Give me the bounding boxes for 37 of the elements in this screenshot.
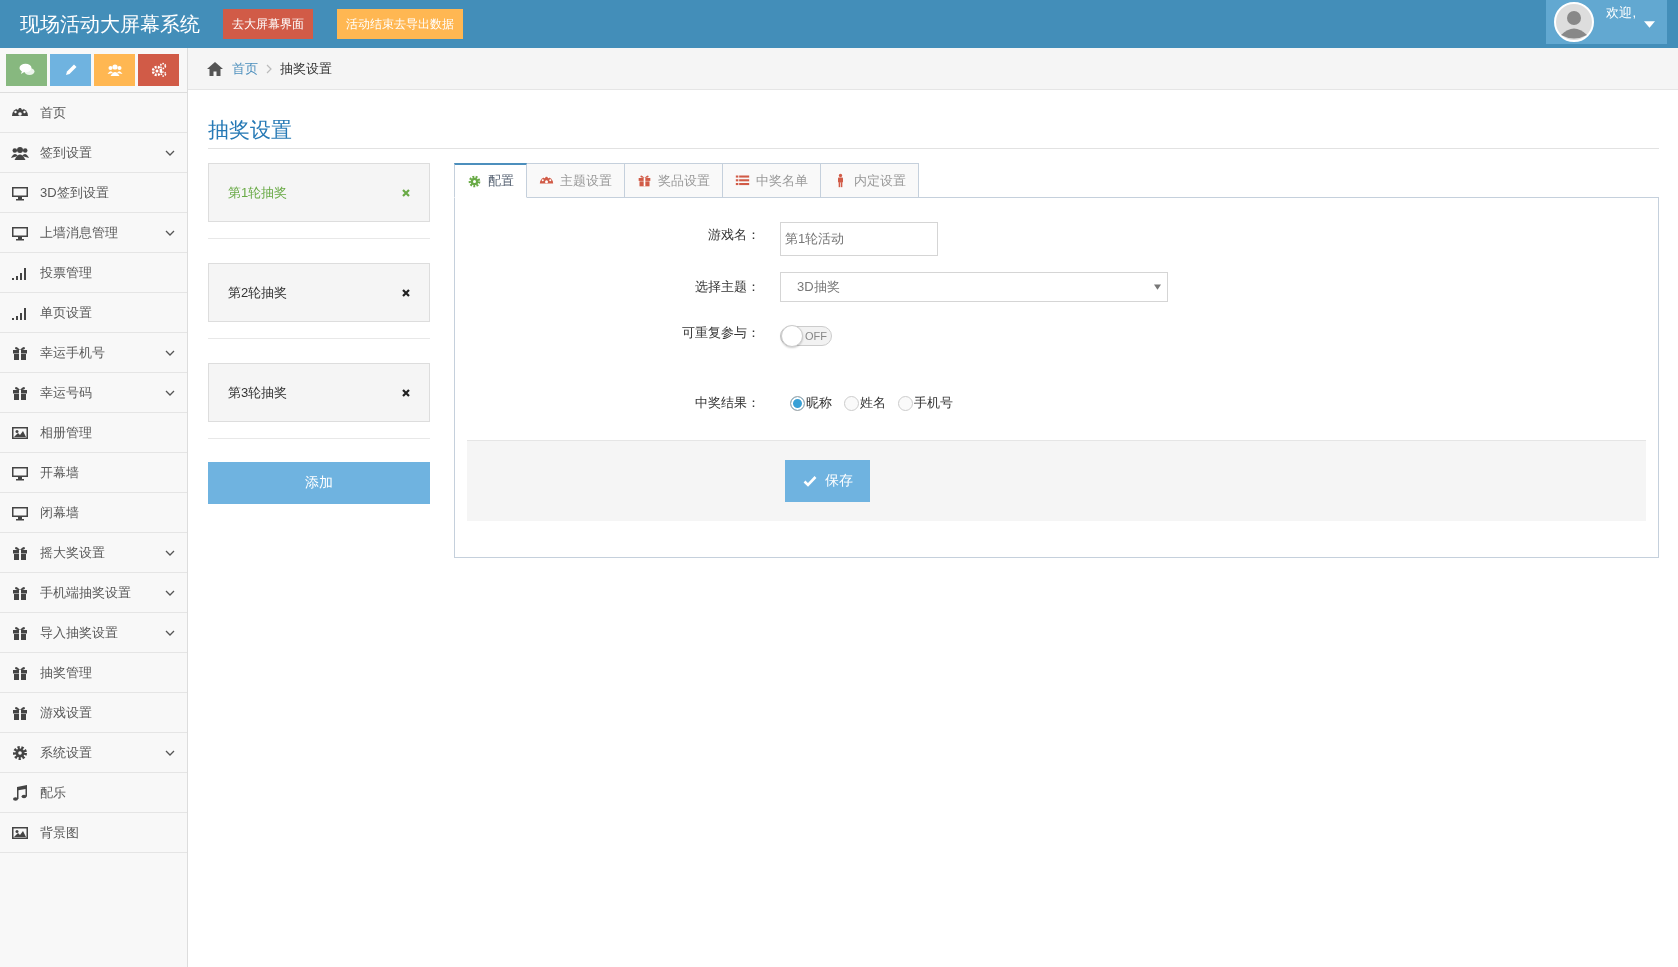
breadcrumb-current: 抽奖设置 [280, 59, 332, 78]
avatar-icon [1554, 2, 1595, 42]
gear-icon [11, 743, 29, 762]
shortcut-button[interactable] [6, 54, 47, 86]
check-icon [802, 475, 817, 487]
caret-icon [1154, 284, 1161, 290]
comments-icon [18, 62, 35, 78]
shortcut-button[interactable] [94, 54, 135, 86]
field-label: 中奖结果： [694, 394, 761, 412]
tab[interactable]: 配置 [454, 163, 527, 198]
shortcut-button[interactable] [138, 54, 179, 86]
gift-icon [637, 173, 652, 188]
header-button[interactable]: 去大屏幕界面 [223, 9, 313, 39]
gear-icon [467, 173, 482, 189]
chevron-right-icon [266, 63, 272, 74]
radio-option[interactable]: 昵称 [790, 394, 832, 412]
close-icon[interactable] [401, 387, 411, 398]
theme-select[interactable]: 3D抽奖 [780, 272, 1168, 302]
music-note-icon [11, 783, 29, 802]
radio-option[interactable]: 手机号 [898, 394, 953, 412]
field-label: 可重复参与： [681, 324, 761, 342]
page-title: 抽奖设置 [208, 116, 1659, 149]
list-icon [735, 173, 750, 188]
caret-icon [1644, 20, 1655, 28]
home-icon [206, 60, 224, 77]
field-label: 游戏名： [707, 226, 761, 244]
shortcut-button[interactable] [50, 54, 91, 86]
round-item[interactable]: 第2轮抽奖 [208, 263, 430, 322]
radio-option[interactable]: 姓名 [844, 394, 886, 412]
round-item[interactable]: 第3轮抽奖 [208, 363, 430, 422]
app-title: 现场活动大屏幕系统 [20, 11, 200, 37]
dashboard-icon [539, 174, 554, 187]
users-icon [106, 62, 123, 78]
welcome-text: 欢迎, [1606, 4, 1636, 22]
close-icon[interactable] [401, 287, 411, 298]
field-label: 选择主题： [694, 278, 761, 296]
game-name-field[interactable]: 第1轮活动 [780, 222, 938, 256]
